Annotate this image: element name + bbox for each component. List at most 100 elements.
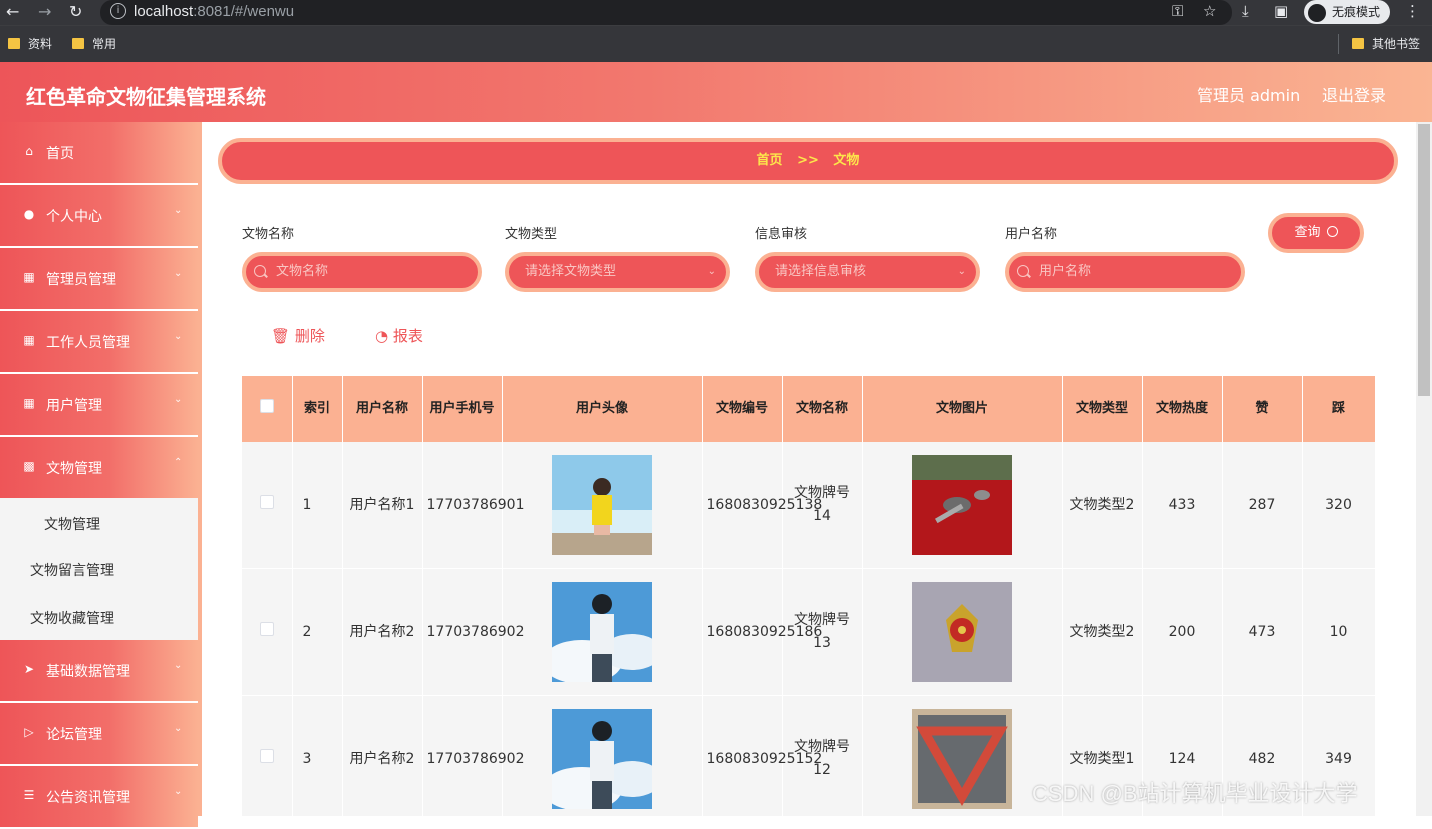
- table-row[interactable]: 1 用户名称1 17703786901 1680830925138 文物牌号14: [242, 442, 1376, 569]
- column-header: 索引: [292, 376, 343, 442]
- submenu-item-relics[interactable]: 文物管理: [44, 514, 100, 534]
- list-icon: ☰: [23, 788, 35, 802]
- row-checkbox[interactable]: [259, 494, 274, 509]
- row-checkbox[interactable]: [259, 621, 274, 636]
- delete-button[interactable]: 🗑 删除: [271, 325, 325, 346]
- relic-type-select[interactable]: 请选择文物类型 ⌄: [505, 252, 730, 292]
- chevron-down-icon: ⌄: [957, 266, 966, 277]
- user-name-input[interactable]: 用户名称: [1005, 252, 1245, 292]
- back-icon[interactable]: ←: [6, 2, 19, 22]
- sidebar-item-home[interactable]: ⌂ 首页: [0, 122, 198, 185]
- audit-select[interactable]: 请选择信息审核 ⌄: [755, 252, 980, 292]
- sidebar-item-label: 公告资讯管理: [46, 790, 130, 806]
- relic-serial-cell: 1680830925152: [702, 695, 822, 816]
- bookmark-item[interactable]: 常用: [72, 35, 116, 52]
- dislike-count-cell: 10: [1302, 568, 1376, 696]
- delete-label: 删除: [294, 327, 325, 345]
- breadcrumb-home[interactable]: 首页: [757, 153, 783, 168]
- sidebar-item-label: 文物管理: [46, 461, 102, 477]
- key-icon[interactable]: ⚿: [1172, 2, 1183, 20]
- sidebar-item-users[interactable]: ▦ 用户管理 ⌄: [0, 374, 198, 437]
- breadcrumb: 首页 >> 文物: [218, 138, 1398, 184]
- avatar-cell: [502, 695, 703, 816]
- relic-image-cell: [862, 568, 1063, 696]
- user-avatar-image: [552, 582, 652, 682]
- column-header: 文物热度: [1142, 376, 1223, 442]
- relics-table: 索引 用户名称 用户手机号 用户头像 文物编号 文物名称 文物图片 文物类型 文…: [242, 376, 1376, 816]
- avatar-cell: [502, 442, 703, 569]
- relic-heat-cell: 433: [1142, 442, 1223, 569]
- sidebar-item-admins[interactable]: ▦ 管理员管理 ⌄: [0, 248, 198, 311]
- reload-icon[interactable]: ↻: [69, 2, 82, 22]
- pie-chart-icon: ◔: [375, 327, 389, 345]
- sidepanel-icon[interactable]: ▣: [1274, 2, 1288, 20]
- sidebar-item-basic-data[interactable]: ➤ 基础数据管理 ⌄: [0, 640, 198, 703]
- chevron-down-icon: ⌄: [174, 660, 183, 671]
- user-icon: ●: [23, 207, 35, 221]
- dislike-count-cell: 320: [1302, 442, 1376, 569]
- incognito-badge[interactable]: 无痕模式: [1304, 0, 1391, 24]
- bookmarks-bar: 资料 常用 其他书签: [0, 25, 1432, 62]
- sidebar-item-staff[interactable]: ▦ 工作人员管理 ⌄: [0, 311, 198, 374]
- search-icon: [254, 265, 266, 277]
- user-name-placeholder: 用户名称: [1039, 264, 1092, 279]
- other-bookmarks[interactable]: 其他书签: [1352, 35, 1420, 52]
- chevron-down-icon: ⌄: [174, 394, 183, 405]
- column-header: 用户手机号: [422, 376, 503, 442]
- report-label: 报表: [392, 327, 423, 345]
- table-row[interactable]: 2 用户名称2 17703786902 1680830925186 文物牌号13: [242, 568, 1376, 696]
- relic-name-placeholder: 文物名称: [276, 264, 329, 279]
- select-all-checkbox[interactable]: [259, 398, 274, 413]
- scrollbar-thumb[interactable]: [1418, 124, 1430, 396]
- column-header: 文物名称: [782, 376, 863, 442]
- sidebar-item-label: 个人中心: [46, 209, 102, 225]
- query-button[interactable]: 查询: [1268, 213, 1364, 253]
- sidebar-item-news[interactable]: ☰ 公告资讯管理 ⌄: [0, 766, 198, 829]
- chevron-down-icon: ⌄: [174, 205, 183, 216]
- sidebar-item-profile[interactable]: ● 个人中心 ⌄: [0, 185, 198, 248]
- menu-dots-icon[interactable]: ⋮: [1405, 2, 1420, 20]
- report-button[interactable]: ◔ 报表: [375, 325, 423, 346]
- relic-type-cell: 文物类型2: [1062, 568, 1143, 696]
- bookmark-separator: [1338, 34, 1339, 54]
- video-icon: ▷: [24, 725, 34, 739]
- relic-image-cell: [862, 442, 1063, 569]
- relic-name-input[interactable]: 文物名称: [242, 252, 482, 292]
- chevron-down-icon: ⌄: [174, 786, 183, 797]
- logout-link[interactable]: 退出登录: [1322, 82, 1386, 106]
- search-icon: [1326, 226, 1338, 237]
- column-header: 文物图片: [862, 376, 1063, 442]
- column-header: 文物编号: [702, 376, 783, 442]
- sidebar-item-label: 管理员管理: [46, 272, 116, 288]
- relic-image: [912, 709, 1012, 809]
- index-cell: 3: [292, 695, 343, 816]
- submenu-item-relic-favorites[interactable]: 文物收藏管理: [30, 608, 114, 628]
- star-icon[interactable]: ☆: [1203, 2, 1216, 20]
- folder-icon: [8, 38, 20, 49]
- user-avatar-image: [552, 455, 652, 555]
- user-avatar-image: [552, 709, 652, 809]
- bookmark-item[interactable]: 资料: [8, 35, 52, 52]
- relic-image: [912, 582, 1012, 682]
- relic-heat-cell: 200: [1142, 568, 1223, 696]
- forward-icon[interactable]: →: [38, 2, 51, 22]
- grid-icon: ▦: [23, 333, 35, 347]
- sidebar-item-forum[interactable]: ▷ 论坛管理 ⌄: [0, 703, 198, 766]
- admin-label: 管理员 admin: [1197, 86, 1301, 105]
- csdn-watermark: CSDN @B站计算机毕业设计大学: [1032, 781, 1358, 806]
- sidebar-item-label: 工作人员管理: [46, 335, 130, 351]
- row-checkbox[interactable]: [259, 748, 274, 763]
- select-all-cell: [242, 376, 293, 442]
- site-info-icon[interactable]: i: [110, 3, 126, 19]
- download-icon[interactable]: ⤓: [1242, 2, 1249, 20]
- user-name-cell: 用户名称2: [342, 568, 423, 696]
- chevron-down-icon: ⌄: [174, 331, 183, 342]
- grid-icon: ▦: [23, 270, 35, 284]
- address-bar[interactable]: i localhost:8081/#/wenwu: [100, 0, 1232, 25]
- sidebar-item-relics[interactable]: ▩ 文物管理 ⌃: [0, 437, 198, 500]
- relic-type-label: 文物类型: [505, 227, 558, 242]
- query-label: 查询: [1294, 225, 1321, 240]
- audit-label: 信息审核: [755, 227, 808, 242]
- column-header: 赞: [1222, 376, 1303, 442]
- submenu-item-relic-messages[interactable]: 文物留言管理: [30, 560, 114, 580]
